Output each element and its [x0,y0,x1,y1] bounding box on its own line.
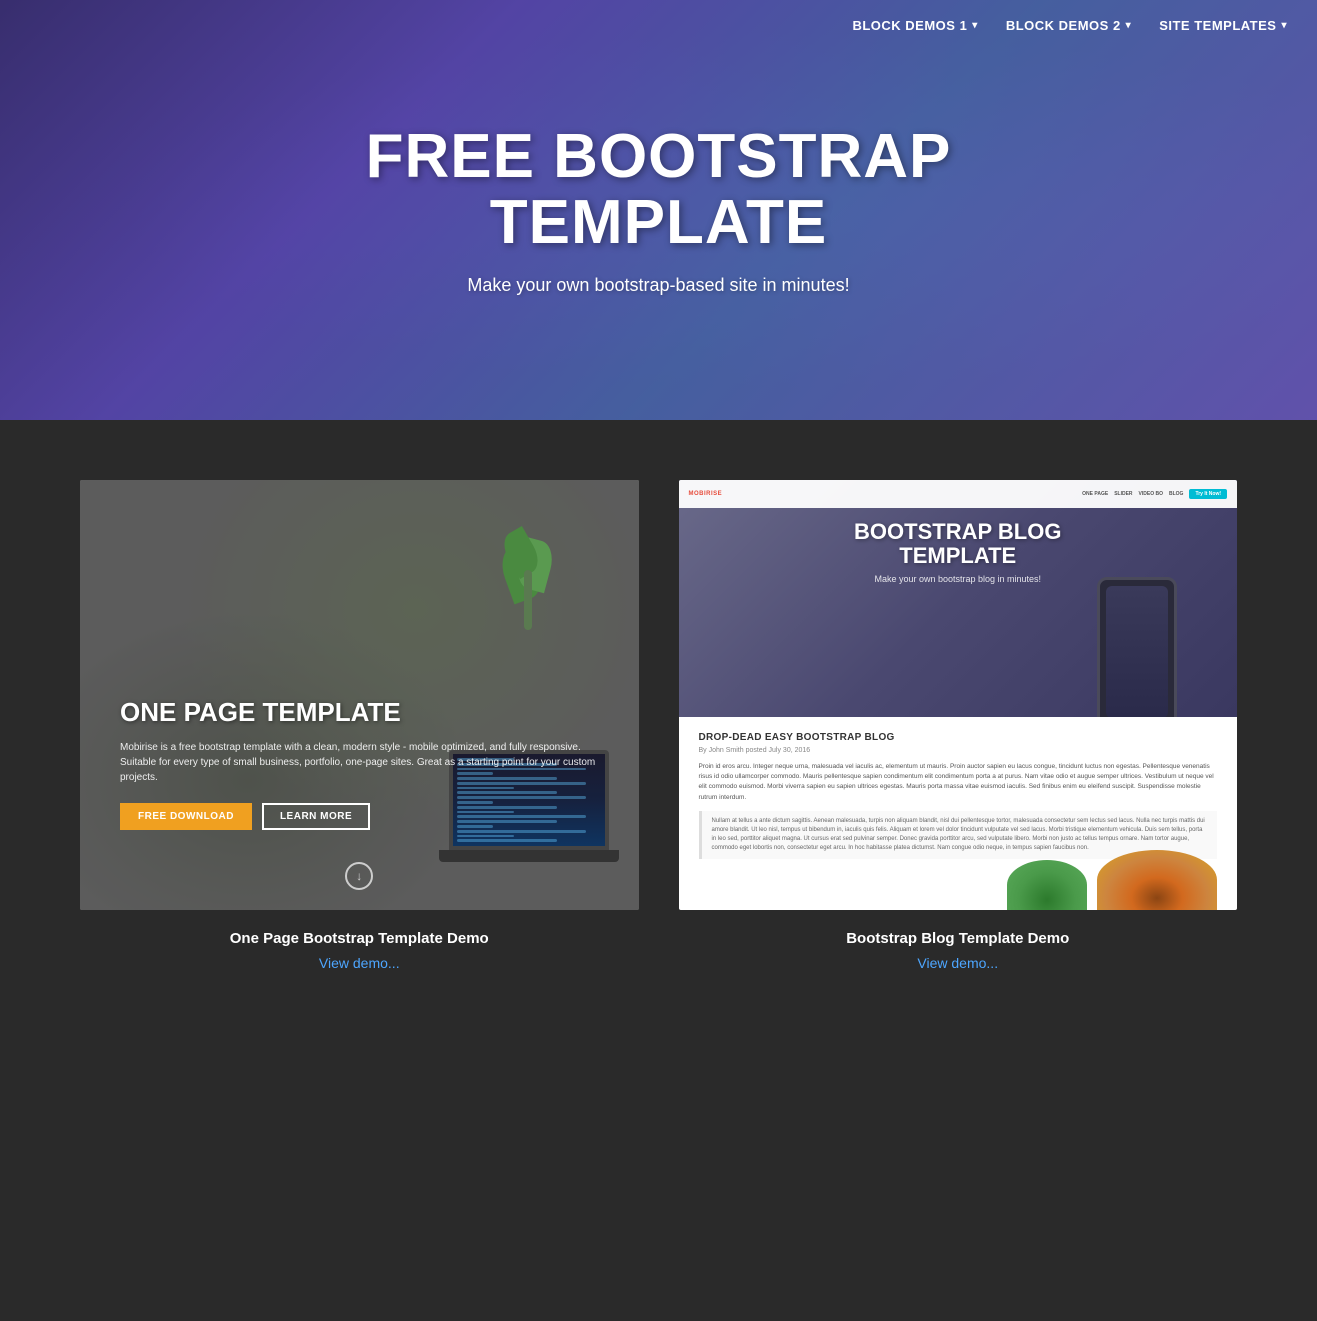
hero-content: FREE BOOTSTRAPTEMPLATE Make your own boo… [346,124,972,295]
card-one-page-caption: One Page Bootstrap Template Demo View de… [220,910,499,981]
code-line [457,830,587,833]
chevron-down-icon-2: ▾ [1126,20,1132,31]
blog-nav-one-page: ONE PAGE [1082,491,1108,497]
one-page-content: ONE PAGE TEMPLATE Mobirise is a free boo… [120,697,599,830]
learn-more-button[interactable]: LEARN MORE [262,803,370,830]
card-blog-caption: Bootstrap Blog Template Demo View demo..… [836,910,1079,981]
nav-item-block-demos-2[interactable]: BLOCK DEMOS 2 ▾ [1006,18,1131,33]
nav-label-site-templates: SITE TEMPLATES [1159,18,1276,33]
blog-post-title: DROP-DEAD EASY BOOTSTRAP BLOG [699,732,1218,743]
laptop-base [439,850,619,862]
blog-post-body: Proin id eros arcu. Integer neque urna, … [699,762,1218,804]
blog-blockquote-text: Nullam at tellus a ante dictum sagittis.… [712,817,1208,853]
one-page-buttons: FREE DOWNLOAD LEARN MORE [120,803,599,830]
code-line [457,835,515,838]
blog-food-image-2 [1007,860,1087,910]
card-one-page-link[interactable]: View demo... [319,955,400,971]
blog-nav-items: ONE PAGE SLIDER VIDEO BO BLOG Try It Now… [1082,489,1227,499]
card-blog-link[interactable]: View demo... [917,955,998,971]
chevron-down-icon-1: ▾ [972,20,978,31]
blog-nav-bar: MOBIRISE ONE PAGE SLIDER VIDEO BO BLOG T… [679,480,1238,508]
card-one-page-title: One Page Bootstrap Template Demo [230,930,489,947]
blog-post-meta: By John Smith posted July 30, 2016 [699,747,1218,754]
hero-title: FREE BOOTSTRAPTEMPLATE [366,124,952,254]
card-blog: MOBIRISE ONE PAGE SLIDER VIDEO BO BLOG T… [679,480,1238,981]
hero-section: FREE BOOTSTRAPTEMPLATE Make your own boo… [0,0,1317,420]
nav-item-block-demos-1[interactable]: BLOCK DEMOS 1 ▾ [852,18,977,33]
free-download-button[interactable]: FREE DOWNLOAD [120,803,252,830]
plant-decoration [499,510,559,630]
nav-item-site-templates[interactable]: SITE TEMPLATES ▾ [1159,18,1287,33]
phone-screen [1106,586,1168,717]
one-page-template-desc: Mobirise is a free bootstrap template wi… [120,740,599,785]
nav-label-block-demos-1: BLOCK DEMOS 1 [852,18,967,33]
blog-top-title-block: BOOTSTRAP BLOGTEMPLATE Make your own boo… [679,520,1238,584]
card-blog-title: Bootstrap Blog Template Demo [846,930,1069,947]
plant-stem [524,570,532,630]
chevron-down-icon-3: ▾ [1281,20,1287,31]
card-one-page-image: ONE PAGE TEMPLATE Mobirise is a free boo… [80,480,639,910]
nav-label-block-demos-2: BLOCK DEMOS 2 [1006,18,1121,33]
blog-top-section: MOBIRISE ONE PAGE SLIDER VIDEO BO BLOG T… [679,480,1238,717]
cards-section: ONE PAGE TEMPLATE Mobirise is a free boo… [0,420,1317,1061]
blog-nav-video: VIDEO BO [1139,491,1163,497]
blog-food-image-1 [1097,850,1217,910]
hero-subtitle: Make your own bootstrap-based site in mi… [366,275,952,296]
blog-top-title: BOOTSTRAP BLOGTEMPLATE [679,520,1238,568]
one-page-card-preview: ONE PAGE TEMPLATE Mobirise is a free boo… [80,480,639,910]
blog-card-preview: MOBIRISE ONE PAGE SLIDER VIDEO BO BLOG T… [679,480,1238,910]
blog-bottom-section: DROP-DEAD EASY BOOTSTRAP BLOG By John Sm… [679,717,1238,911]
blog-nav-logo: MOBIRISE [689,491,723,497]
code-line [457,839,558,842]
blog-nav-blog: BLOG [1169,491,1183,497]
cards-grid: ONE PAGE TEMPLATE Mobirise is a free boo… [80,480,1237,981]
one-page-template-label: ONE PAGE TEMPLATE [120,697,599,728]
card-one-page: ONE PAGE TEMPLATE Mobirise is a free boo… [80,480,639,981]
card-blog-image: MOBIRISE ONE PAGE SLIDER VIDEO BO BLOG T… [679,480,1238,910]
scroll-down-icon[interactable]: ↓ [345,862,373,890]
blog-nav-slider: SLIDER [1114,491,1132,497]
phone-decoration [1097,577,1177,717]
blog-nav-cta-button[interactable]: Try It Now! [1189,489,1227,499]
navigation: BLOCK DEMOS 1 ▾ BLOCK DEMOS 2 ▾ SITE TEM… [822,0,1317,51]
